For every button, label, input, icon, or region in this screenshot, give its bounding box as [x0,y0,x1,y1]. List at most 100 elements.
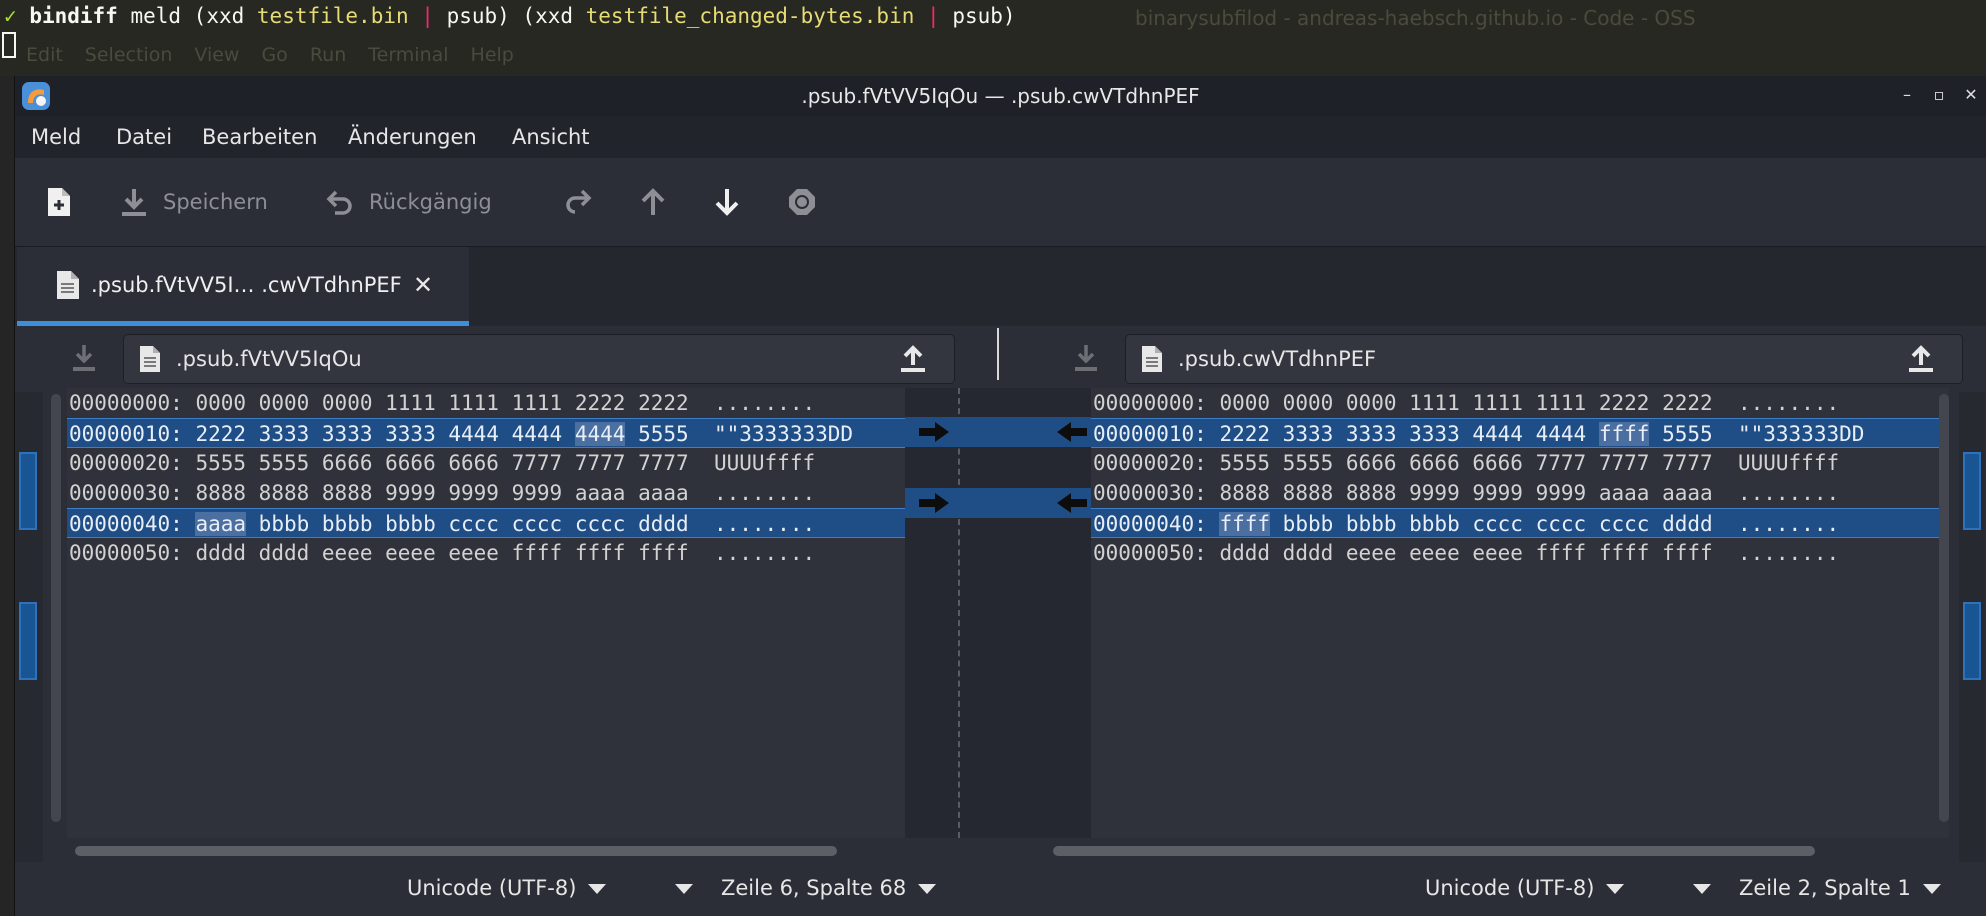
left-line-ending-selector[interactable] [663,876,693,900]
menu-aenderungen[interactable]: Änderungen [348,125,477,149]
hex-line[interactable]: 00000010: 2222 3333 3333 3333 4444 4444 … [67,418,919,448]
hex-word: 8888 [1219,481,1271,505]
right-text-pane[interactable]: 00000000: 0000 0000 0000 1111 1111 1111 … [1091,388,1949,838]
right-overview-strip[interactable] [1959,392,1985,862]
left-file-path-field[interactable]: .psub.fVtVV5IqOu [123,334,955,384]
menu-datei[interactable]: Datei [116,125,172,149]
hex-word: 4444 [1472,422,1523,446]
hex-word: 1111 [1409,391,1460,415]
hex-word: 1111 [385,391,436,415]
hex-word: aaaa [195,512,247,536]
link-map[interactable] [905,388,1103,838]
terminal-background: ✓ bindiff meld (xxd testfile.bin | psub)… [0,0,1986,76]
save-button[interactable]: Speichern [119,182,268,222]
stop-button[interactable] [787,182,817,222]
right-encoding-selector[interactable]: Unicode (UTF-8) [1425,876,1625,900]
tab-comparison[interactable]: .psub.fVtVV5I… .cwVTdhnPEF ✕ [17,247,469,327]
hex-word: 7777 [511,451,563,475]
hex-word: cccc [1598,512,1650,536]
background-menu-item: Edit [26,44,63,66]
hex-line[interactable]: 00000000: 0000 0000 0000 1111 1111 1111 … [1091,388,1949,418]
left-horizontal-scrollbar[interactable] [75,846,837,856]
hex-word: dddd [258,541,310,565]
hex-word: bbbb [1282,512,1334,536]
hex-line[interactable]: 00000010: 2222 3333 3333 3333 4444 4444 … [1091,418,1949,448]
hex-ascii: ........ [701,541,816,565]
left-save-icon[interactable] [71,343,97,373]
minimize-button[interactable]: – [1895,82,1919,108]
hex-line[interactable]: 00000030: 8888 8888 8888 9999 9999 9999 … [1091,478,1949,508]
copy-left-arrow-icon[interactable] [1055,491,1089,515]
left-cursor-position[interactable]: Zeile 6, Spalte 68 [721,876,937,900]
hex-word: ffff [1219,512,1271,536]
hex-line[interactable]: 00000040: aaaa bbbb bbbb bbbb cccc cccc … [67,508,919,538]
hex-word: 7777 [1535,451,1587,475]
left-encoding-selector[interactable]: Unicode (UTF-8) [407,876,607,900]
hex-word: cccc [448,512,499,536]
copy-right-arrow-icon[interactable] [917,491,951,515]
hex-word: bbbb [1409,512,1460,536]
background-menu-item: View [194,44,240,66]
hex-line[interactable]: 00000020: 5555 5555 6666 6666 6666 7777 … [67,448,919,478]
save-label: Speichern [163,190,268,214]
download-icon [122,189,146,216]
right-line-ending-selector[interactable] [1681,876,1711,900]
undo-button[interactable]: Rückgängig [325,182,492,222]
command-args-1: meld (xxd [117,4,257,28]
command-name: bindiff [29,4,118,28]
hex-word: 2222 [1219,422,1271,446]
hex-word: 6666 [321,451,373,475]
redo-button[interactable] [563,182,593,222]
left-open-icon[interactable] [898,344,928,374]
hex-line[interactable]: 00000050: dddd dddd eeee eeee eeee ffff … [1091,538,1949,568]
copy-right-arrow-icon[interactable] [917,420,951,444]
hex-line[interactable]: 00000030: 8888 8888 8888 9999 9999 9999 … [67,478,919,508]
hex-word: 0000 [321,391,373,415]
menu-ansicht[interactable]: Ansicht [512,125,590,149]
new-comparison-button[interactable] [45,182,73,222]
window-title: .psub.fVtVV5IqOu — .psub.cwVTdhnPEF [801,84,1200,108]
hex-line[interactable]: 00000050: dddd dddd eeee eeee eeee ffff … [67,538,919,568]
chevron-down-icon [1922,884,1941,894]
hex-word: aaaa [1662,481,1713,505]
hex-word: ffff [1598,422,1650,446]
right-save-icon[interactable] [1073,343,1099,373]
left-overview-strip[interactable] [15,392,43,862]
hex-word: 7777 [1662,451,1713,475]
right-file-path-field[interactable]: .psub.cwVTdhnPEF [1125,334,1963,384]
hex-word: eeee [321,541,373,565]
tab-close-button[interactable]: ✕ [413,271,433,299]
menu-bearbeiten[interactable]: Bearbeiten [202,125,317,149]
close-window-button[interactable]: ✕ [1959,82,1983,108]
hex-word: 8888 [321,481,373,505]
hex-word: bbbb [321,512,373,536]
command-psub-2: psub) [952,4,1016,28]
right-open-icon[interactable] [1906,344,1936,374]
chevron-down-icon [1693,884,1711,894]
background-menu-item: Terminal [368,44,449,66]
command-pipe-1: | [408,4,447,28]
arrow-up-icon [641,188,665,215]
hex-line[interactable]: 00000040: ffff bbbb bbbb bbbb cccc cccc … [1091,508,1949,538]
previous-change-button[interactable] [639,182,667,222]
hex-line[interactable]: 00000020: 5555 5555 6666 6666 6666 7777 … [1091,448,1949,478]
copy-left-arrow-icon[interactable] [1055,420,1089,444]
maximize-button[interactable]: ▫ [1927,82,1951,108]
hex-word: 8888 [1282,481,1334,505]
hex-word: dddd [195,541,247,565]
hex-word: 4444 [511,422,563,446]
hex-word: aaaa [574,481,626,505]
right-horizontal-scrollbar[interactable] [1053,846,1815,856]
next-change-button[interactable] [713,182,741,222]
hex-word: bbbb [1345,512,1397,536]
left-text-pane[interactable]: 00000000: 0000 0000 0000 1111 1111 1111 … [67,388,919,838]
hex-line[interactable]: 00000000: 0000 0000 0000 1111 1111 1111 … [67,388,919,418]
right-cursor-position[interactable]: Zeile 2, Spalte 1 [1739,876,1941,900]
menu-meld[interactable]: Meld [31,125,81,149]
left-vertical-scrollbar[interactable] [51,394,61,822]
right-vertical-scrollbar[interactable] [1939,394,1949,822]
hex-word: 9999 [511,481,563,505]
background-menu-item: Selection [84,44,173,66]
title-bar[interactable]: .psub.fVtVV5IqOu — .psub.cwVTdhnPEF – ▫ … [15,76,1986,116]
hex-word: ffff [1662,541,1713,565]
